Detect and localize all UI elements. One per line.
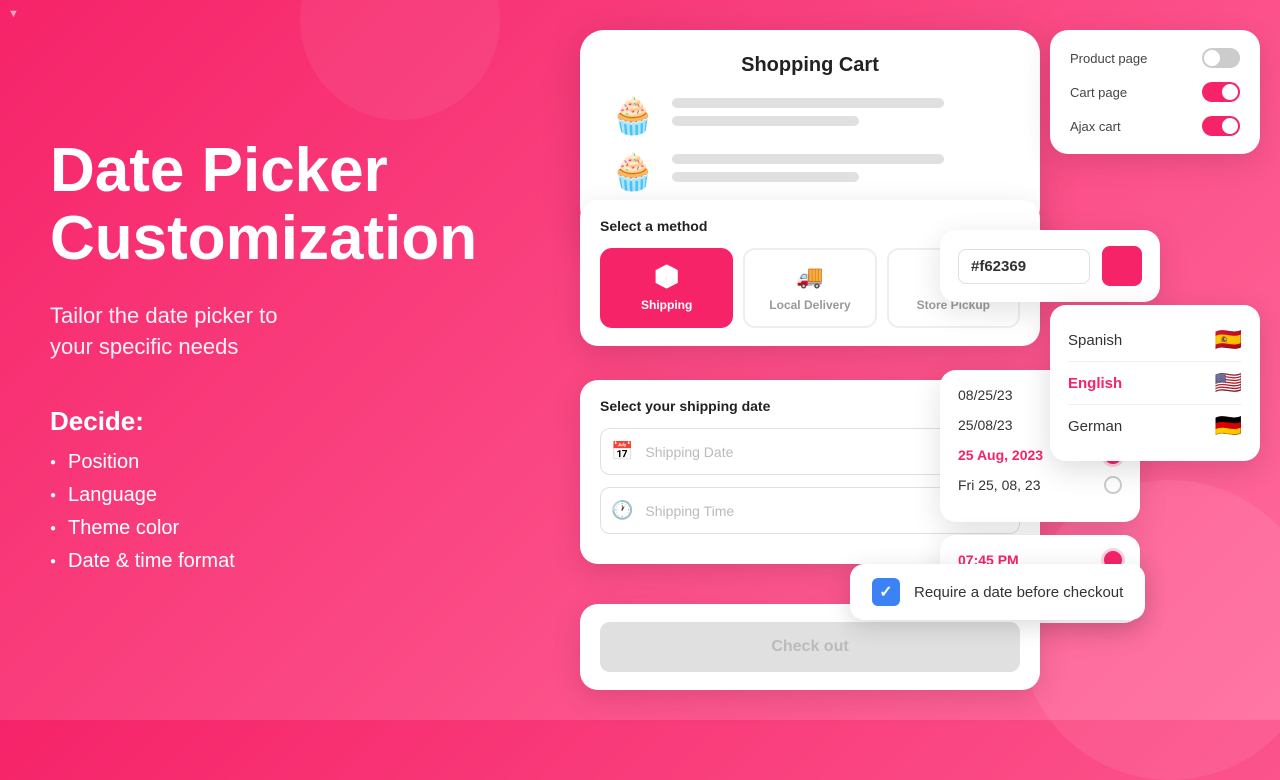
require-checkbox[interactable]: ✓	[872, 578, 900, 606]
right-panel: Shopping Cart 🧁 🧁 Product page Cart page	[500, 0, 1280, 720]
shopping-cart-title: Shopping Cart	[608, 54, 1012, 77]
left-panel: Date Picker Customization Tailor the dat…	[0, 0, 520, 720]
spanish-flag: 🇪🇸	[1215, 327, 1242, 353]
ajax-cart-toggle[interactable]	[1202, 116, 1240, 136]
language-option-spanish[interactable]: Spanish 🇪🇸	[1068, 319, 1242, 362]
german-label: German	[1068, 418, 1122, 435]
product-lines-2	[672, 154, 1012, 190]
ajax-cart-label: Ajax cart	[1070, 119, 1121, 134]
bullet-date-time-format: Date & time format	[50, 550, 470, 573]
toggle-product-page-row[interactable]: Product page	[1070, 48, 1240, 68]
local-delivery-label: Local Delivery	[769, 298, 850, 312]
date-format-value-4: Fri 25, 08, 23	[958, 477, 1041, 493]
vify-logo: ▼	[8, 8, 19, 20]
product-line-bottom	[672, 116, 859, 126]
toggle-ajax-cart-row[interactable]: Ajax cart	[1070, 116, 1240, 136]
product-emoji-1: 🧁	[608, 95, 658, 137]
product-line-bottom-2	[672, 172, 859, 182]
product-page-toggle[interactable]	[1202, 48, 1240, 68]
main-title: Date Picker Customization	[50, 137, 470, 273]
date-format-option-4[interactable]: Fri 25, 08, 23	[958, 476, 1122, 494]
date-format-value-1: 08/25/23	[958, 387, 1013, 403]
english-label: English	[1068, 375, 1122, 392]
language-card: Spanish 🇪🇸 English 🇺🇸 German 🇩🇪	[1050, 305, 1260, 461]
product-line-top-2	[672, 154, 944, 164]
toggle-cart-page-row[interactable]: Cart page	[1070, 82, 1240, 102]
product-row-2: 🧁	[608, 151, 1012, 193]
language-option-german[interactable]: German 🇩🇪	[1068, 405, 1242, 447]
shipping-label: Shipping	[641, 298, 692, 312]
bullet-theme-color: Theme color	[50, 517, 470, 540]
subtitle: Tailor the date picker to your specific …	[50, 301, 470, 363]
color-swatch[interactable]	[1102, 246, 1142, 286]
product-line-top	[672, 98, 944, 108]
checkout-button[interactable]: Check out	[600, 622, 1020, 672]
product-lines-1	[672, 98, 1012, 134]
english-flag: 🇺🇸	[1215, 370, 1242, 396]
bullet-position: Position	[50, 451, 470, 474]
color-picker-card[interactable]: #f62369	[940, 230, 1160, 302]
shipping-icon: 📦	[653, 264, 680, 290]
decide-title: Decide:	[50, 406, 470, 437]
clock-icon: 🕐	[611, 500, 633, 521]
product-row-1: 🧁	[608, 95, 1012, 137]
bullet-language: Language	[50, 484, 470, 507]
bullet-list: Position Language Theme color Date & tim…	[50, 451, 470, 583]
calendar-icon: 📅	[611, 441, 633, 462]
toggles-card: Product page Cart page Ajax cart	[1050, 30, 1260, 154]
local-delivery-icon: 🚚	[796, 264, 823, 290]
product-page-label: Product page	[1070, 51, 1147, 66]
shipping-time-placeholder: Shipping Time	[645, 503, 734, 519]
product-emoji-2: 🧁	[608, 151, 658, 193]
language-option-english[interactable]: English 🇺🇸	[1068, 362, 1242, 405]
date-format-value-2: 25/08/23	[958, 417, 1013, 433]
method-shipping-btn[interactable]: 📦 Shipping	[600, 248, 733, 328]
require-card[interactable]: ✓ Require a date before checkout	[850, 564, 1145, 620]
require-label: Require a date before checkout	[914, 584, 1123, 601]
spanish-label: Spanish	[1068, 332, 1122, 349]
method-local-delivery-btn[interactable]: 🚚 Local Delivery	[743, 248, 876, 328]
radio-date-4[interactable]	[1104, 476, 1122, 494]
color-hex-value[interactable]: #f62369	[958, 249, 1090, 284]
german-flag: 🇩🇪	[1215, 413, 1242, 439]
cart-page-label: Cart page	[1070, 85, 1127, 100]
shipping-date-placeholder: Shipping Date	[645, 444, 733, 460]
date-format-value-3: 25 Aug, 2023	[958, 447, 1043, 463]
cart-page-toggle[interactable]	[1202, 82, 1240, 102]
